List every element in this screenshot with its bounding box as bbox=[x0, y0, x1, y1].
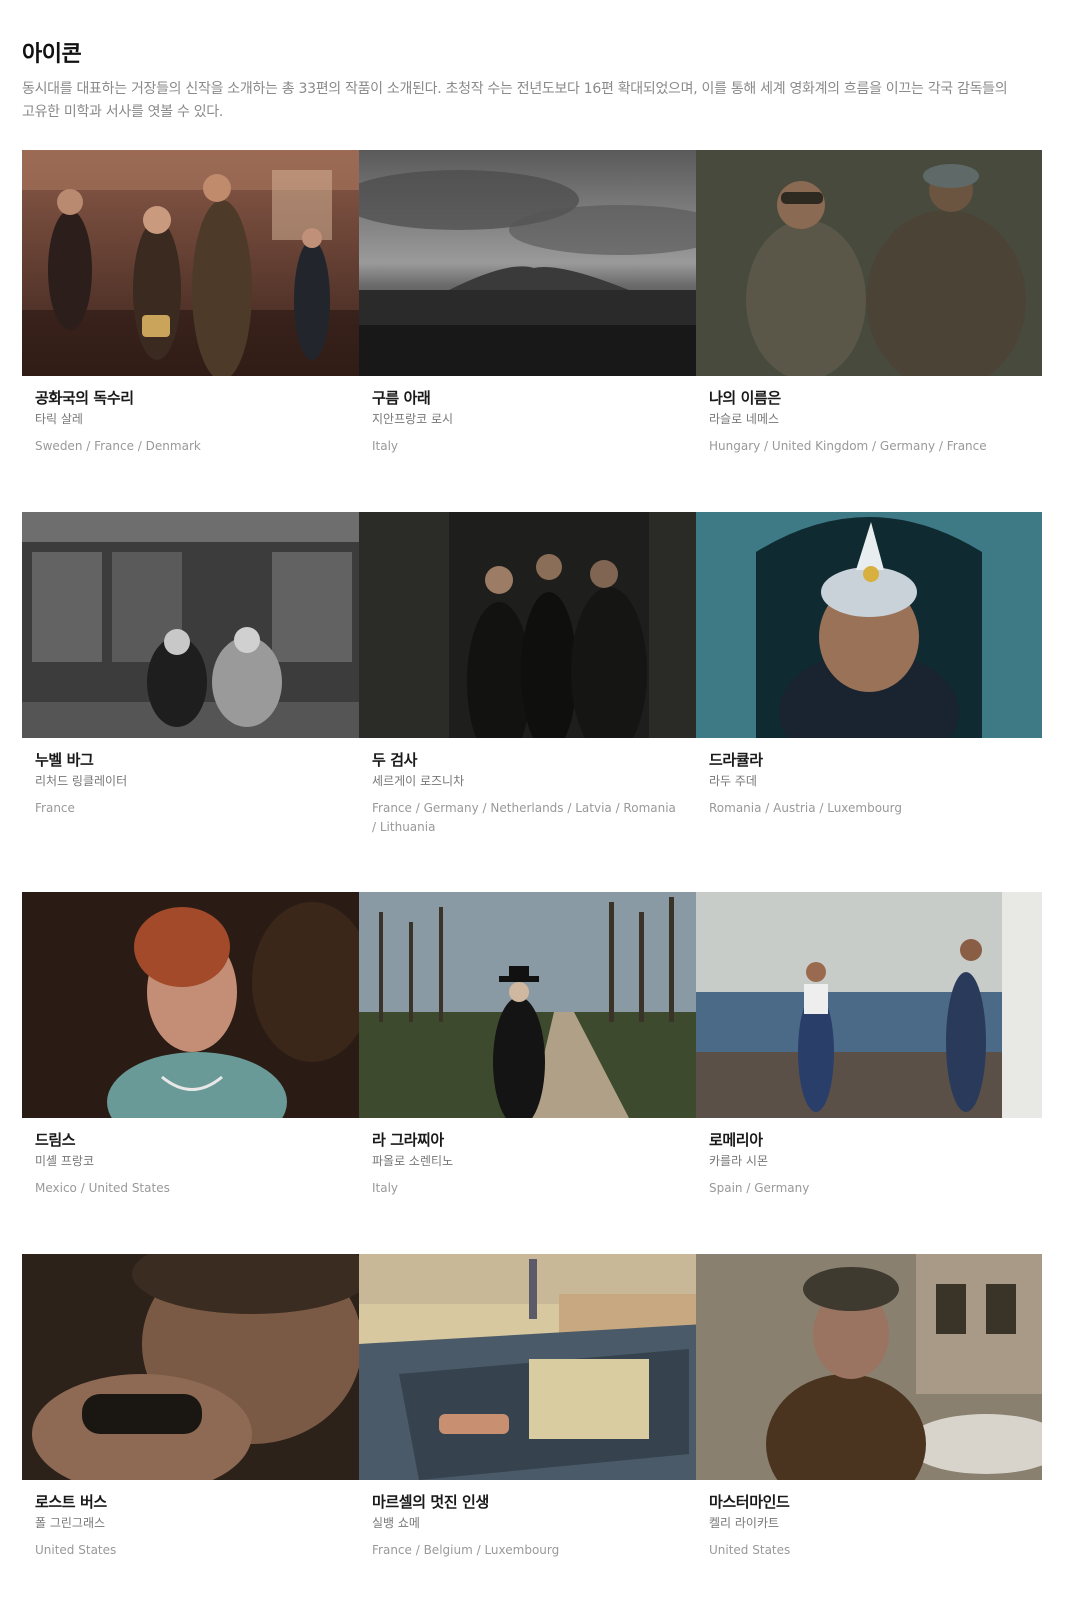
film-countries: France / Belgium / Luxembourg bbox=[372, 1543, 560, 1557]
icon-section: 아이콘 동시대를 대표하는 거장들의 신작을 소개하는 총 33편의 작품이 소… bbox=[0, 0, 1079, 124]
film-countries: Italy bbox=[372, 439, 399, 453]
film-director: 타릭 살레 bbox=[35, 412, 83, 426]
film-still-image bbox=[359, 512, 705, 738]
film-director: 세르게이 로즈니차 bbox=[372, 774, 465, 788]
film-card[interactable]: 공화국의 독수리 타릭 살레 Sweden / France / Denmark bbox=[22, 150, 368, 456]
film-director: 리처드 링클레이터 bbox=[35, 774, 128, 788]
film-card[interactable]: 누벨 바그 리처드 링클레이터 France bbox=[22, 512, 368, 818]
film-card[interactable]: 로스트 버스 폴 그린그래스 United States bbox=[22, 1254, 368, 1560]
film-still-image bbox=[22, 150, 368, 376]
film-thumbnail[interactable] bbox=[359, 1254, 705, 1480]
film-title[interactable]: 나의 이름은 bbox=[709, 388, 1042, 408]
film-countries: France / Germany / Netherlands / Latvia … bbox=[372, 801, 676, 834]
film-director: 실뱅 쇼메 bbox=[372, 1516, 420, 1530]
film-thumbnail[interactable] bbox=[696, 150, 1042, 376]
film-card[interactable]: 구름 아래 지안프랑코 로시 Italy bbox=[359, 150, 705, 456]
film-countries: Italy bbox=[372, 1181, 399, 1195]
film-countries: Sweden / France / Denmark bbox=[35, 439, 201, 453]
film-thumbnail[interactable] bbox=[359, 512, 705, 738]
film-title[interactable]: 두 검사 bbox=[372, 750, 705, 770]
film-countries: Mexico / United States bbox=[35, 1181, 170, 1195]
film-countries: Romania / Austria / Luxembourg bbox=[709, 801, 903, 815]
film-card[interactable]: 드라큘라 라두 주데 Romania / Austria / Luxembour… bbox=[696, 512, 1042, 818]
film-still-image bbox=[22, 512, 368, 738]
film-director: 카를라 시몬 bbox=[709, 1154, 769, 1168]
film-still-image bbox=[696, 512, 1042, 738]
section-title: 아이콘 bbox=[22, 42, 82, 67]
film-thumbnail[interactable] bbox=[22, 150, 368, 376]
film-still-image bbox=[359, 892, 705, 1118]
film-thumbnail[interactable] bbox=[22, 892, 368, 1118]
film-title[interactable]: 누벨 바그 bbox=[35, 750, 368, 770]
film-title[interactable]: 마스터마인드 bbox=[709, 1492, 1042, 1512]
film-still-image bbox=[696, 892, 1042, 1118]
film-title[interactable]: 로메리아 bbox=[709, 1130, 1042, 1150]
film-thumbnail[interactable] bbox=[696, 1254, 1042, 1480]
film-still-image bbox=[696, 150, 1042, 376]
film-card[interactable]: 마르셀의 멋진 인생 실뱅 쇼메 France / Belgium / Luxe… bbox=[359, 1254, 705, 1560]
film-director: 켈리 라이카트 bbox=[709, 1516, 780, 1530]
film-still-image bbox=[22, 892, 368, 1118]
film-title[interactable]: 라 그라찌아 bbox=[372, 1130, 705, 1150]
film-countries: United States bbox=[35, 1543, 117, 1557]
film-card[interactable]: 두 검사 세르게이 로즈니차 France / Germany / Nether… bbox=[359, 512, 705, 837]
film-card[interactable]: 드림스 미셸 프랑코 Mexico / United States bbox=[22, 892, 368, 1198]
film-director: 라두 주데 bbox=[709, 774, 757, 788]
film-title[interactable]: 마르셀의 멋진 인생 bbox=[372, 1492, 705, 1512]
film-thumbnail[interactable] bbox=[696, 512, 1042, 738]
film-card[interactable]: 로메리아 카를라 시몬 Spain / Germany bbox=[696, 892, 1042, 1198]
film-title[interactable]: 드라큘라 bbox=[709, 750, 1042, 770]
film-thumbnail[interactable] bbox=[359, 892, 705, 1118]
film-countries: United States bbox=[709, 1543, 791, 1557]
film-still-image bbox=[696, 1254, 1042, 1480]
film-title[interactable]: 구름 아래 bbox=[372, 388, 705, 408]
film-director: 파올로 소렌티노 bbox=[372, 1154, 454, 1168]
film-countries: France bbox=[35, 801, 75, 815]
film-thumbnail[interactable] bbox=[22, 512, 368, 738]
film-director: 라슬로 네메스 bbox=[709, 412, 780, 426]
film-still-image bbox=[359, 1254, 705, 1480]
film-director: 폴 그린그래스 bbox=[35, 1516, 106, 1530]
film-title[interactable]: 공화국의 독수리 bbox=[35, 388, 368, 408]
film-director: 미셸 프랑코 bbox=[35, 1154, 95, 1168]
film-countries: Spain / Germany bbox=[709, 1181, 810, 1195]
section-description: 동시대를 대표하는 거장들의 신작을 소개하는 총 33편의 작품이 소개된다.… bbox=[22, 81, 1008, 120]
film-thumbnail[interactable] bbox=[696, 892, 1042, 1118]
film-thumbnail[interactable] bbox=[22, 1254, 368, 1480]
film-card[interactable]: 라 그라찌아 파올로 소렌티노 Italy bbox=[359, 892, 705, 1198]
film-title[interactable]: 로스트 버스 bbox=[35, 1492, 368, 1512]
film-card[interactable]: 마스터마인드 켈리 라이카트 United States bbox=[696, 1254, 1042, 1560]
film-still-image bbox=[359, 150, 705, 376]
film-thumbnail[interactable] bbox=[359, 150, 705, 376]
film-title[interactable]: 드림스 bbox=[35, 1130, 368, 1150]
film-still-image bbox=[22, 1254, 368, 1480]
film-director: 지안프랑코 로시 bbox=[372, 412, 454, 426]
film-card[interactable]: 나의 이름은 라슬로 네메스 Hungary / United Kingdom … bbox=[696, 150, 1042, 456]
film-countries: Hungary / United Kingdom / Germany / Fra… bbox=[709, 439, 987, 453]
